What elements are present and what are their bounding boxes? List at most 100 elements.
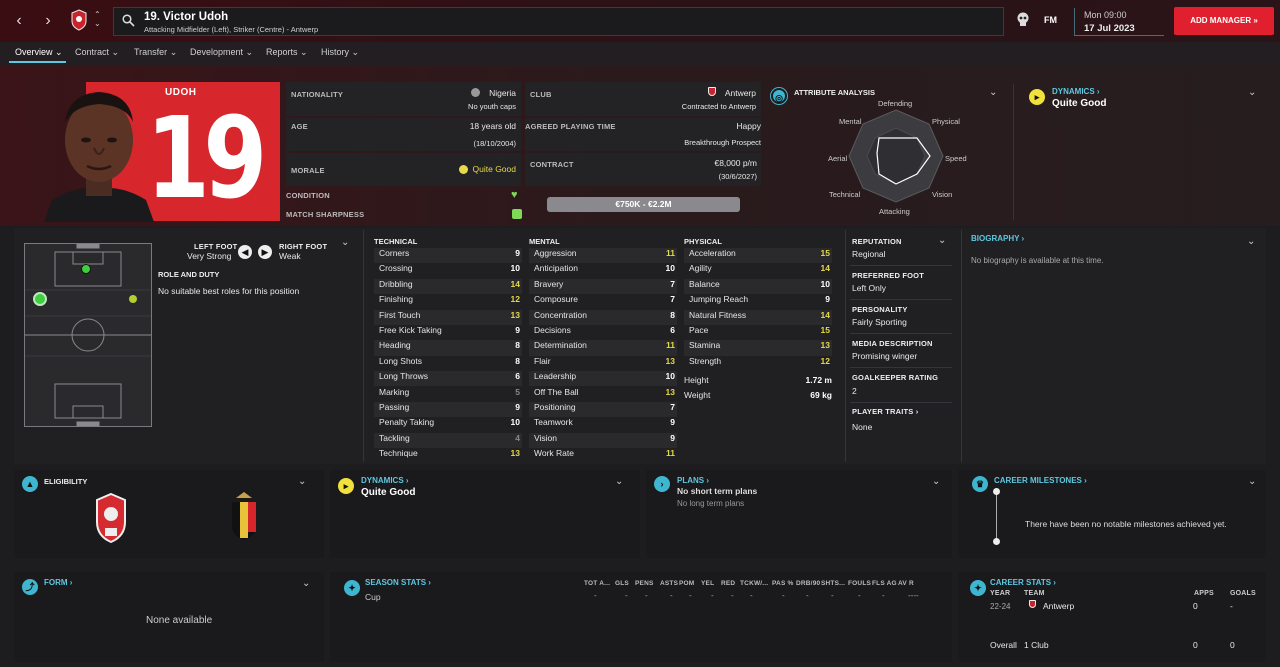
season-stats-column-header[interactable]: PAS %	[772, 580, 793, 587]
chevron-down-icon[interactable]: ⌄	[615, 476, 623, 487]
attribute-row[interactable]: Vision 9	[529, 432, 677, 449]
attribute-row[interactable]: Long Shots 8	[374, 356, 522, 371]
club-crest-icon[interactable]	[70, 9, 88, 31]
attribute-row[interactable]: Determination 11	[529, 340, 677, 356]
tab-contract[interactable]: Contract ⌄	[75, 47, 119, 58]
season-stats-column-header[interactable]: POM	[679, 580, 694, 587]
season-stats-column-header[interactable]: FLS AG	[872, 580, 897, 587]
season-stats-column-header[interactable]: PENS	[635, 580, 654, 587]
attribute-row[interactable]: Positioning 7	[529, 402, 677, 418]
attribute-row[interactable]: Balance 10	[684, 278, 832, 295]
attribute-row[interactable]: Finishing 12	[374, 294, 522, 309]
chevron-down-icon[interactable]: ⌄	[302, 578, 310, 589]
chevron-down-icon[interactable]: ⌄	[1248, 476, 1256, 487]
dynamics-value: Quite Good	[1052, 98, 1107, 109]
tab-reports[interactable]: Reports ⌄	[266, 47, 308, 58]
attribute-row[interactable]: Marking 5	[374, 387, 522, 402]
add-manager-button[interactable]: ADD MANAGER »	[1174, 7, 1274, 35]
player-traits-link[interactable]: PLAYER TRAITS ›	[852, 407, 918, 416]
nationality-value: Nigeria	[489, 88, 516, 98]
contract-cell[interactable]: CONTRACT €8,000 p/m (30/6/2027)	[525, 153, 761, 186]
attribute-row[interactable]: Decisions 6	[529, 325, 677, 340]
attribute-row[interactable]: Teamwork 9	[529, 417, 677, 432]
attribute-row[interactable]: Long Throws 6	[374, 371, 522, 387]
attribute-row[interactable]: Penalty Taking 10	[374, 417, 522, 432]
attribute-row[interactable]: Crossing 10	[374, 263, 522, 278]
attribute-row[interactable]: Heading 8	[374, 340, 522, 356]
attribute-row[interactable]: Passing 9	[374, 402, 522, 418]
career-team[interactable]: Antwerp	[1043, 601, 1074, 611]
season-stats-column-header[interactable]: YEL	[701, 580, 714, 587]
attribute-row[interactable]: Aggression 11	[529, 248, 677, 264]
attribute-row[interactable]: First Touch 13	[374, 309, 522, 325]
tab-history[interactable]: History ⌄	[321, 47, 359, 58]
chevron-down-icon[interactable]: ⌄	[1247, 236, 1255, 247]
season-stats-column-header[interactable]: FOULS	[848, 580, 871, 587]
attribute-row[interactable]: Corners 9	[374, 248, 522, 264]
season-stats-column-header[interactable]: TOT A...	[584, 580, 610, 587]
position-amr-dot[interactable]	[129, 295, 137, 303]
morale-cell[interactable]: MORALE Quite Good	[286, 153, 521, 186]
attribute-row[interactable]: Strength 12	[684, 356, 832, 371]
season-stats-column-header[interactable]: RED	[721, 580, 735, 587]
position-aml-dot[interactable]	[33, 292, 47, 306]
search-icon[interactable]	[122, 14, 135, 29]
attribute-row[interactable]: Flair 13	[529, 356, 677, 371]
attribute-row[interactable]: Tackling 4	[374, 432, 522, 449]
attribute-row[interactable]: Pace 15	[684, 325, 832, 340]
chevron-down-icon[interactable]: ⌄	[938, 235, 946, 246]
attribute-name: Marking	[379, 386, 410, 397]
attribute-row[interactable]: Dribbling 14	[374, 278, 522, 295]
season-stats-column-header[interactable]: SHTS...	[821, 580, 845, 587]
milestones-link[interactable]: CAREER MILESTONES ›	[994, 476, 1087, 485]
tab-overview[interactable]: Overview ⌄	[15, 47, 63, 58]
attribute-row[interactable]: Free Kick Taking 9	[374, 325, 522, 340]
attribute-row[interactable]: Acceleration 15	[684, 248, 832, 264]
value-range-bar[interactable]: €750K - €2.2M	[547, 197, 740, 212]
tab-development[interactable]: Development ⌄	[190, 47, 253, 58]
forward-arrow-icon[interactable]: ›	[37, 10, 59, 32]
club-value[interactable]: Antwerp	[725, 88, 756, 98]
season-stats-column-header[interactable]: DRB/90	[796, 580, 820, 587]
fm-logo[interactable]: FM	[1044, 15, 1057, 25]
attribute-row[interactable]: Technique 13	[374, 448, 522, 463]
back-arrow-icon[interactable]: ‹	[8, 10, 30, 32]
skull-icon[interactable]	[1016, 12, 1030, 30]
chevron-down-icon[interactable]: ⌄	[989, 87, 997, 98]
season-stats-column-header[interactable]: GLS	[615, 580, 629, 587]
attribute-row[interactable]: Off The Ball 13	[529, 387, 677, 402]
attribute-row[interactable]: Leadership 10	[529, 371, 677, 387]
dynamics-link[interactable]: DYNAMICS ›	[361, 476, 409, 485]
attribute-row[interactable]: Jumping Reach 9	[684, 294, 832, 309]
attribute-row[interactable]: Natural Fitness 14	[684, 309, 832, 325]
chevron-down-icon[interactable]: ⌄	[341, 237, 349, 248]
attribute-name: Penalty Taking	[379, 417, 435, 428]
season-stats-link[interactable]: SEASON STATS ›	[365, 578, 431, 587]
attribute-row[interactable]: Anticipation 10	[529, 263, 677, 278]
position-striker-dot[interactable]	[81, 264, 91, 274]
belgium-crest-icon[interactable]	[228, 492, 260, 546]
attribute-row[interactable]: Composure 7	[529, 294, 677, 309]
biography-link[interactable]: BIOGRAPHY ›	[971, 234, 1024, 243]
form-link[interactable]: FORM ›	[44, 578, 72, 587]
season-stats-column-header[interactable]: ASTS	[660, 580, 678, 587]
attribute-row[interactable]: Stamina 13	[684, 340, 832, 356]
chevron-down-icon[interactable]: ⌄	[932, 476, 940, 487]
antwerp-crest-icon[interactable]	[95, 492, 127, 546]
club-switch-icon[interactable]: ⌃ ⌄	[94, 10, 101, 28]
attribute-row[interactable]: Agility 14	[684, 263, 832, 278]
right-foot-icon: ▶	[258, 245, 272, 259]
tab-transfer[interactable]: Transfer ⌄	[134, 47, 177, 58]
season-stats-column-header[interactable]: AV R	[898, 580, 914, 587]
chevron-down-icon[interactable]: ⌄	[298, 476, 306, 487]
nationality-cell[interactable]: NATIONALITY Nigeria No youth caps	[286, 82, 521, 116]
attribute-row[interactable]: Work Rate 11	[529, 448, 677, 463]
club-cell[interactable]: CLUB Antwerp Contracted to Antwerp	[525, 82, 761, 116]
attribute-row[interactable]: Concentration 8	[529, 309, 677, 325]
chevron-down-icon[interactable]: ⌄	[1248, 87, 1256, 98]
plans-link[interactable]: PLANS ›	[677, 476, 709, 485]
season-stats-column-header[interactable]: TCKW/...	[740, 580, 768, 587]
career-stats-link[interactable]: CAREER STATS ›	[990, 578, 1056, 587]
dynamics-link[interactable]: DYNAMICS ›	[1052, 87, 1100, 96]
attribute-row[interactable]: Bravery 7	[529, 278, 677, 295]
